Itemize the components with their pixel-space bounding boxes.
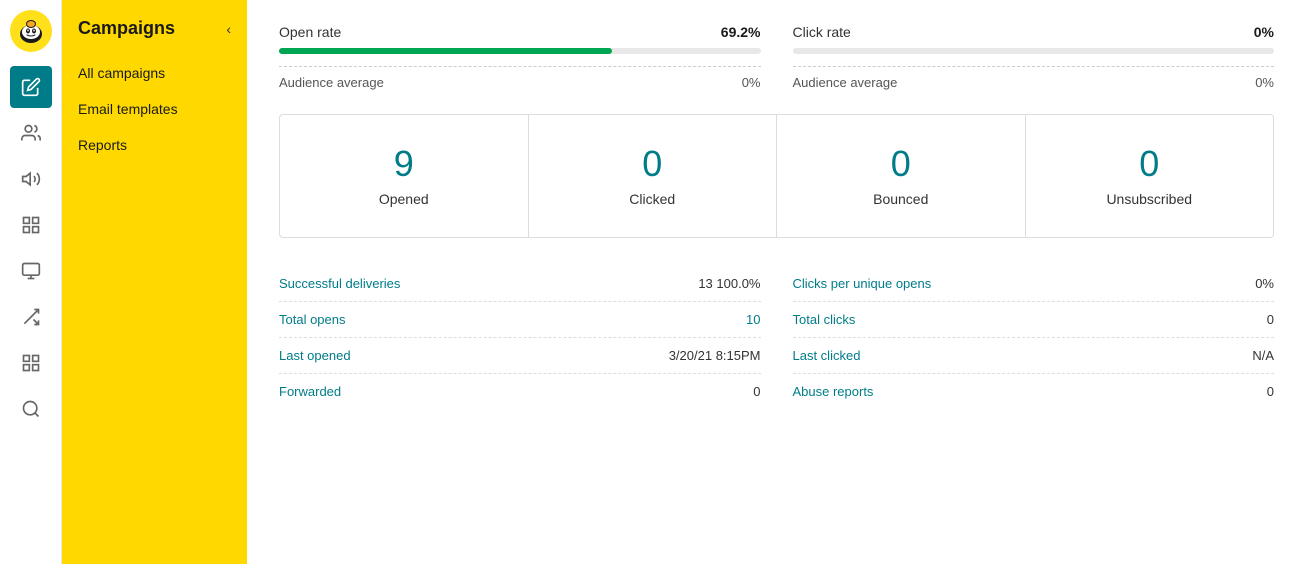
detail-val-last-clicked: N/A: [1252, 348, 1274, 363]
stat-clicked-number: 0: [545, 143, 761, 185]
app-logo: [10, 10, 52, 52]
click-rate-value: 0%: [1254, 24, 1274, 40]
icon-bar: [0, 0, 62, 564]
detail-val-forwarded: 0: [753, 384, 760, 399]
detail-key-total-opens: Total opens: [279, 312, 346, 327]
main-content: Open rate 69.2% Audience average 0% Clic…: [247, 0, 1306, 564]
sidebar-item-all-campaigns[interactable]: All campaigns: [62, 55, 247, 91]
detail-key-last-opened: Last opened: [279, 348, 351, 363]
open-rate-value: 69.2%: [721, 24, 761, 40]
open-rate-audience-row: Audience average 0%: [279, 66, 761, 90]
detail-key-last-clicked: Last clicked: [793, 348, 861, 363]
stats-box: 9 Opened 0 Clicked 0 Bounced 0 Unsubscri…: [279, 114, 1274, 238]
click-rate-label: Click rate: [793, 24, 851, 40]
stat-bounced-label: Bounced: [873, 191, 928, 207]
rates-row: Open rate 69.2% Audience average 0% Clic…: [279, 24, 1274, 90]
detail-row-last-clicked: Last clicked N/A: [793, 338, 1275, 374]
open-rate-label: Open rate: [279, 24, 341, 40]
detail-key-clicks-unique: Clicks per unique opens: [793, 276, 932, 291]
detail-row-total-clicks: Total clicks 0: [793, 302, 1275, 338]
detail-row-clicks-unique: Clicks per unique opens 0%: [793, 266, 1275, 302]
open-rate-audience-label: Audience average: [279, 75, 384, 90]
stat-unsubscribed-label: Unsubscribed: [1106, 191, 1192, 207]
stat-unsubscribed[interactable]: 0 Unsubscribed: [1026, 115, 1274, 237]
sidebar-title: Campaigns: [78, 18, 175, 39]
detail-key-abuse: Abuse reports: [793, 384, 874, 399]
detail-section: Successful deliveries 13 100.0% Total op…: [279, 266, 1274, 409]
detail-val-last-opened: 3/20/21 8:15PM: [669, 348, 761, 363]
open-rate-audience-value: 0%: [742, 75, 761, 90]
click-rate-block: Click rate 0% Audience average 0%: [793, 24, 1275, 90]
detail-row-forwarded: Forwarded 0: [279, 374, 761, 409]
landing-nav-icon[interactable]: [10, 250, 52, 292]
detail-val-total-clicks: 0: [1267, 312, 1274, 327]
search-nav-icon[interactable]: [10, 388, 52, 430]
stat-opened[interactable]: 9 Opened: [280, 115, 529, 237]
audience-nav-icon[interactable]: [10, 112, 52, 154]
click-rate-header: Click rate 0%: [793, 24, 1275, 40]
detail-row-total-opens: Total opens 10: [279, 302, 761, 338]
stat-bounced-number: 0: [793, 143, 1009, 185]
click-rate-audience-label: Audience average: [793, 75, 898, 90]
detail-row-last-opened: Last opened 3/20/21 8:15PM: [279, 338, 761, 374]
detail-row-deliveries: Successful deliveries 13 100.0%: [279, 266, 761, 302]
detail-key-deliveries: Successful deliveries: [279, 276, 400, 291]
click-rate-audience-value: 0%: [1255, 75, 1274, 90]
campaigns-nav-icon[interactable]: [10, 158, 52, 200]
detail-val-total-opens: 10: [746, 312, 760, 327]
stat-bounced[interactable]: 0 Bounced: [777, 115, 1026, 237]
left-detail-col: Successful deliveries 13 100.0% Total op…: [279, 266, 761, 409]
stat-clicked[interactable]: 0 Clicked: [529, 115, 778, 237]
integrations-nav-icon[interactable]: [10, 204, 52, 246]
sidebar-header: Campaigns ‹: [62, 8, 247, 55]
open-rate-bar-fill: [279, 48, 612, 54]
open-rate-bar-bg: [279, 48, 761, 54]
automations-nav-icon[interactable]: [10, 296, 52, 338]
stat-opened-label: Opened: [379, 191, 429, 207]
click-rate-audience-row: Audience average 0%: [793, 66, 1275, 90]
dashboard-nav-icon[interactable]: [10, 342, 52, 384]
click-rate-bar-bg: [793, 48, 1275, 54]
sidebar-item-reports[interactable]: Reports: [62, 127, 247, 163]
detail-key-total-clicks: Total clicks: [793, 312, 856, 327]
right-detail-col: Clicks per unique opens 0% Total clicks …: [793, 266, 1275, 409]
detail-val-clicks-unique: 0%: [1255, 276, 1274, 291]
stat-unsubscribed-number: 0: [1042, 143, 1258, 185]
sidebar-item-email-templates[interactable]: Email templates: [62, 91, 247, 127]
open-rate-header: Open rate 69.2%: [279, 24, 761, 40]
detail-row-abuse: Abuse reports 0: [793, 374, 1275, 409]
detail-key-forwarded: Forwarded: [279, 384, 341, 399]
open-rate-block: Open rate 69.2% Audience average 0%: [279, 24, 761, 90]
sidebar: Campaigns ‹ All campaigns Email template…: [62, 0, 247, 564]
detail-val-abuse: 0: [1267, 384, 1274, 399]
stat-opened-number: 9: [296, 143, 512, 185]
stat-clicked-label: Clicked: [629, 191, 675, 207]
detail-val-deliveries: 13 100.0%: [698, 276, 760, 291]
edit-nav-icon[interactable]: [10, 66, 52, 108]
sidebar-collapse-button[interactable]: ‹: [226, 21, 231, 37]
